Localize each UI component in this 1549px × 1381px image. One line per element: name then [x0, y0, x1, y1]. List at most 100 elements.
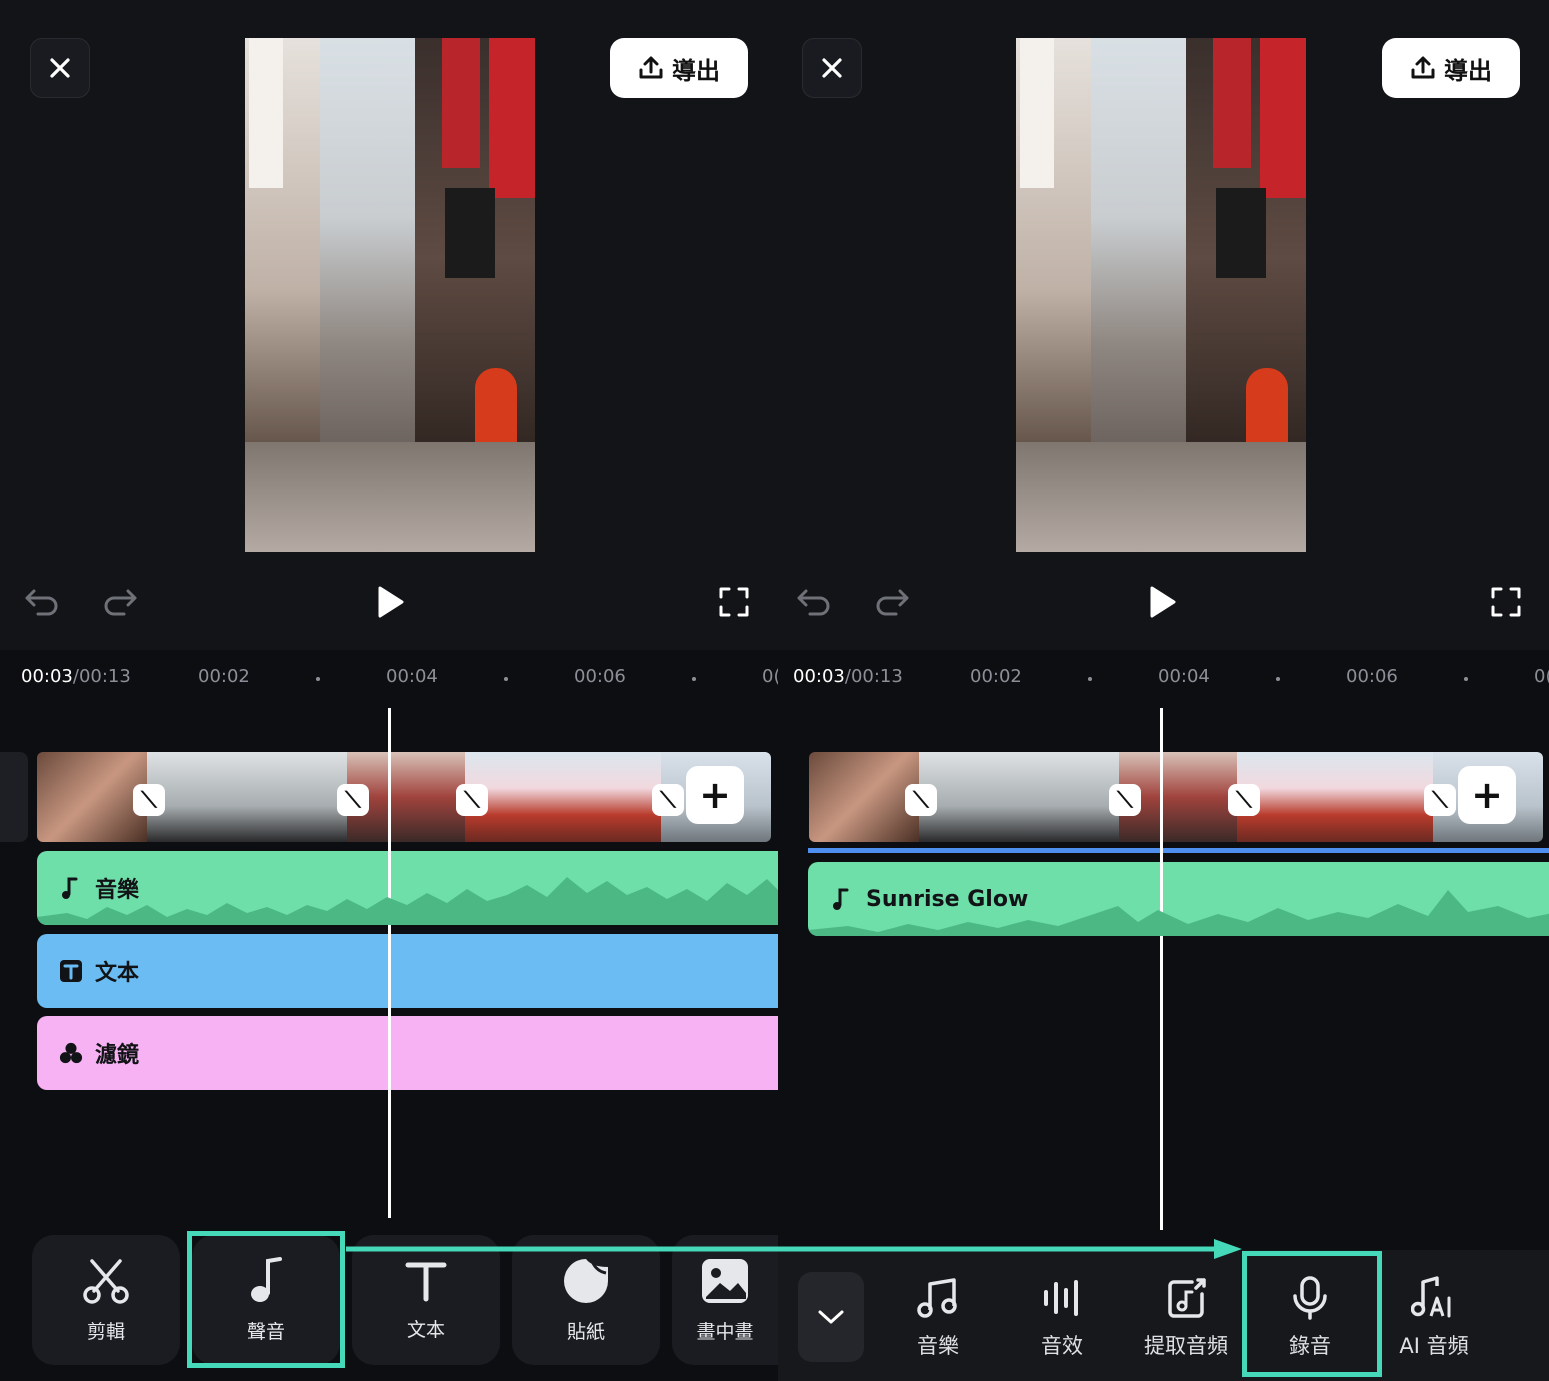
- upload-icon: [639, 56, 663, 79]
- audio-sub-toolbar: 音樂 音效 提取音頻 錄音 AI 音頻: [778, 1250, 1549, 1381]
- close-button[interactable]: [30, 38, 90, 98]
- video-preview[interactable]: [245, 38, 535, 552]
- music-note-icon: [917, 1278, 957, 1318]
- undo-icon: [797, 589, 830, 616]
- close-icon: [50, 58, 70, 78]
- transition-icon[interactable]: ⟍: [905, 784, 937, 816]
- transition-icon[interactable]: ⟍: [133, 784, 165, 816]
- ruler-tick: 0(: [762, 666, 778, 687]
- playback-controls: [0, 582, 778, 622]
- tool-label: 文本: [406, 1318, 445, 1341]
- subtool-ai-audio[interactable]: AI 音頻: [1374, 1276, 1494, 1366]
- ruler-tick: 00:04: [1158, 666, 1210, 687]
- filter-track[interactable]: 濾鏡: [37, 1016, 778, 1090]
- chevron-down-icon: [818, 1310, 844, 1324]
- ruler-tick: 00:02: [198, 666, 250, 687]
- playhead[interactable]: [1160, 708, 1163, 1230]
- video-clip[interactable]: [37, 752, 147, 842]
- preview-area: 導出: [0, 0, 778, 650]
- video-clip[interactable]: [809, 752, 919, 842]
- play-icon: [378, 586, 404, 618]
- extract-audio-icon: [1168, 1278, 1206, 1318]
- editor-panel-audio: 導出 00:03/00:13 00:02 00:04 00:06 0 ⟍ ⟍ ⟍…: [778, 0, 1549, 1381]
- video-preview[interactable]: [1016, 38, 1306, 552]
- transition-icon[interactable]: ⟍: [1109, 784, 1141, 816]
- playhead[interactable]: [388, 708, 391, 1218]
- play-icon: [1150, 586, 1176, 618]
- subtool-label: 音樂: [917, 1334, 959, 1358]
- export-button[interactable]: 導出: [610, 38, 748, 98]
- subtool-label: 音效: [1041, 1334, 1083, 1358]
- picture-in-picture-icon: [702, 1258, 748, 1303]
- close-button[interactable]: [802, 38, 862, 98]
- fullscreen-button[interactable]: [1486, 582, 1526, 622]
- undo-button[interactable]: [22, 582, 62, 622]
- audio-tool-highlight: [187, 1231, 345, 1368]
- subtool-label: 提取音頻: [1144, 1334, 1228, 1358]
- transition-icon[interactable]: ⟍: [456, 784, 488, 816]
- add-clip-button[interactable]: +: [686, 766, 744, 824]
- collapse-button[interactable]: [798, 1272, 864, 1362]
- tool-label: 剪輯: [86, 1320, 125, 1343]
- time-readout: 00:03/00:13: [21, 666, 131, 687]
- record-tool-highlight: [1242, 1251, 1382, 1377]
- text-icon: [405, 1262, 447, 1301]
- callout-arrow: [346, 1239, 1242, 1259]
- time-ruler[interactable]: 00:03/00:13 00:02 00:04 00:06 0(: [778, 666, 1549, 694]
- add-clip-button[interactable]: +: [1458, 766, 1516, 824]
- time-ruler[interactable]: 00:03/00:13 00:02 00:04 00:06 0(: [0, 666, 778, 694]
- audio-clip-track[interactable]: Sunrise Glow: [808, 862, 1549, 936]
- fullscreen-button[interactable]: [714, 582, 754, 622]
- tool-label: 貼紙: [566, 1320, 605, 1343]
- text-icon: [59, 959, 83, 983]
- playback-controls: [778, 582, 1549, 622]
- editor-panel-timeline: 導出 00:03/00:13 00:02 00:04 00:06 0 ⟍ ⟍ ⟍…: [0, 0, 778, 1381]
- export-label: 導出: [672, 56, 720, 85]
- ruler-tick: 00:04: [386, 666, 438, 687]
- video-clip[interactable]: [465, 752, 661, 842]
- transition-icon[interactable]: ⟍: [652, 784, 684, 816]
- tool-label: 畫中畫: [696, 1320, 754, 1343]
- ruler-tick: 00:06: [574, 666, 626, 687]
- tool-edit[interactable]: 剪輯: [32, 1235, 180, 1365]
- transition-icon[interactable]: ⟍: [1424, 784, 1456, 816]
- filter-icon: [59, 1041, 83, 1065]
- music-track-label: 音樂: [95, 878, 140, 903]
- music-note-icon: [830, 887, 854, 911]
- text-track[interactable]: 文本: [37, 934, 778, 1008]
- upload-icon: [1411, 56, 1435, 79]
- ai-music-icon: [1411, 1276, 1451, 1318]
- subtool-label: AI 音頻: [1399, 1334, 1469, 1358]
- audio-clip-label: Sunrise Glow: [866, 886, 1029, 912]
- time-readout: 00:03/00:13: [793, 666, 903, 687]
- subtool-extract-audio[interactable]: 提取音頻: [1126, 1276, 1246, 1366]
- redo-button[interactable]: [872, 582, 912, 622]
- subtool-sound-effects[interactable]: 音效: [1002, 1276, 1122, 1366]
- sticker-icon: [564, 1258, 608, 1303]
- export-label: 導出: [1444, 56, 1492, 85]
- scissors-icon: [83, 1258, 129, 1304]
- text-track-label: 文本: [95, 961, 140, 986]
- audio-range-indicator: [808, 848, 1549, 853]
- video-clip[interactable]: [1237, 752, 1433, 842]
- redo-icon: [876, 589, 909, 616]
- transition-icon[interactable]: ⟍: [1228, 784, 1260, 816]
- ruler-tick: 00:06: [1346, 666, 1398, 687]
- transition-icon[interactable]: ⟍: [337, 784, 369, 816]
- waveform-icon: [1044, 1280, 1078, 1316]
- redo-button[interactable]: [100, 582, 140, 622]
- fullscreen-icon: [719, 587, 749, 617]
- fullscreen-icon: [1491, 587, 1521, 617]
- play-button[interactable]: [370, 582, 410, 622]
- music-note-icon: [59, 876, 83, 900]
- video-clip[interactable]: [919, 752, 1119, 842]
- export-button[interactable]: 導出: [1382, 38, 1520, 98]
- undo-icon: [25, 589, 58, 616]
- play-button[interactable]: [1142, 582, 1182, 622]
- close-icon: [822, 58, 842, 78]
- ruler-tick: 0(: [1534, 666, 1549, 687]
- undo-button[interactable]: [794, 582, 834, 622]
- music-track[interactable]: 音樂: [37, 851, 778, 925]
- video-clip[interactable]: [147, 752, 347, 842]
- subtool-music[interactable]: 音樂: [878, 1276, 998, 1366]
